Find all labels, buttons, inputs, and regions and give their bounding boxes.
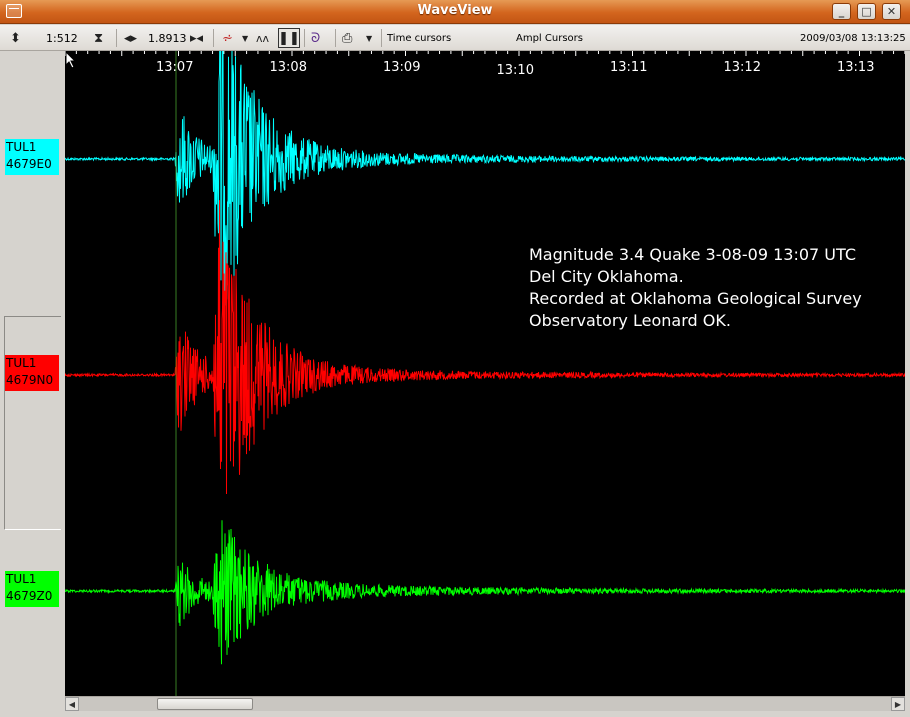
filter-button[interactable]: ⩫: [222, 28, 233, 48]
dropdown-arrow-icon: ▼: [366, 33, 373, 43]
arrow-left-icon: ◀: [68, 699, 76, 709]
vertical-scale-value: 1:512: [46, 31, 78, 45]
time-tick-label: 13:09: [383, 60, 420, 75]
quake-annotation: Magnitude 3.4 Quake 3-08-09 13:07 UTC De…: [529, 244, 862, 332]
time-tick-label: 13:12: [724, 60, 761, 75]
datetime-display: 2009/03/08 13:13:25: [800, 32, 906, 44]
printer-icon: ⎙: [342, 30, 353, 46]
left-right-arrows-icon: ◂▸: [124, 30, 138, 46]
horizontal-fit-button[interactable]: ▸◂: [190, 28, 203, 48]
time-tick-label: 13:07: [156, 60, 193, 75]
print-dropdown[interactable]: ▼: [366, 28, 372, 48]
time-cursors-button[interactable]: Time cursors: [387, 28, 451, 48]
maximize-button[interactable]: □: [857, 3, 876, 20]
channel-label-z[interactable]: TUL1 4679Z0: [5, 571, 59, 607]
horizontal-scale-value: 1.8913: [148, 31, 187, 45]
close-icon: ✕: [886, 5, 897, 18]
arrow-right-icon: ▶: [894, 699, 902, 709]
horizontal-zoom-button[interactable]: ◂▸: [124, 28, 137, 48]
scroll-left-button[interactable]: ◀: [65, 697, 79, 711]
maximize-icon: □: [861, 5, 872, 18]
channel-id: 4679E0: [6, 157, 52, 171]
channel-label-n[interactable]: TUL1 4679N0: [5, 355, 59, 391]
toolbar-divider: [213, 29, 214, 47]
annotation-line: Del City Oklahoma.: [529, 267, 684, 286]
time-tick-label: 13:10: [497, 63, 534, 78]
vertical-zoom-button[interactable]: ⬍: [10, 28, 21, 48]
channel-id: 4679Z0: [6, 589, 53, 603]
horizontal-scrollbar[interactable]: ◀ ▶: [65, 696, 905, 711]
up-down-arrows-icon: ⬍: [10, 30, 21, 46]
annotation-line: Observatory Leonard OK.: [529, 311, 731, 330]
waveform-button[interactable]: ʌʌ: [256, 28, 269, 48]
filter-dropdown[interactable]: ▼: [242, 28, 248, 48]
scroll-right-button[interactable]: ▶: [891, 697, 905, 711]
toolbar-divider: [335, 29, 336, 47]
toolbar: ⬍ 1:512 ⧗ ◂▸ 1.8913 ▸◂ ⩫ ▼ ʌʌ ❚❚ ᘐ ⎙ ▼ T…: [0, 25, 910, 51]
right-border: [905, 51, 910, 711]
time-tick-label: 13:13: [837, 60, 874, 75]
pause-icon: ❚❚: [278, 30, 300, 46]
seismogram-canvas: 13:07 13:08 13:09 13:10 13:11 13:12 13:13: [65, 51, 905, 696]
seismogram-trace: [65, 520, 905, 665]
filter-icon: ⩫: [222, 30, 233, 46]
minimize-button[interactable]: _: [832, 3, 851, 20]
annotation-line: Magnitude 3.4 Quake 3-08-09 13:07 UTC: [529, 245, 856, 264]
channel-station: TUL1: [6, 356, 37, 370]
selected-channel-frame: [4, 316, 61, 530]
hourglass-arrows-icon: ⧗: [94, 30, 104, 46]
bottom-border: [0, 711, 910, 717]
scrollbar-thumb[interactable]: [157, 698, 253, 710]
channel-label-panel: TUL1 4679E0 TUL1 4679N0 TUL1 4679Z0: [0, 51, 64, 717]
toolbar-divider: [116, 29, 117, 47]
pause-button[interactable]: ❚❚: [278, 28, 300, 48]
minimize-icon: _: [838, 5, 845, 18]
spectrum-button[interactable]: ᘐ: [311, 28, 320, 48]
title-bar: WaveView _ □ ✕: [0, 0, 910, 24]
mouse-pointer-icon: [65, 51, 77, 69]
spectrum-icon: ᘐ: [311, 30, 321, 46]
channel-station: TUL1: [6, 572, 37, 586]
window-title: WaveView: [417, 3, 493, 18]
annotation-line: Recorded at Oklahoma Geological Survey: [529, 289, 862, 308]
vertical-fit-button[interactable]: ⧗: [94, 28, 103, 48]
ampl-cursors-button[interactable]: Ampl Cursors: [516, 28, 583, 48]
time-tick-label: 13:08: [270, 60, 307, 75]
channel-station: TUL1: [6, 140, 37, 154]
waveform-icon: ʌʌ: [256, 31, 270, 45]
seismogram-plot[interactable]: 13:07 13:08 13:09 13:10 13:11 13:12 13:13 Magn…: [65, 51, 905, 696]
toolbar-divider: [304, 29, 305, 47]
close-button[interactable]: ✕: [882, 3, 901, 20]
bowtie-arrows-icon: ▸◂: [190, 30, 204, 46]
channel-id: 4679N0: [6, 373, 54, 387]
time-tick-label: 13:11: [610, 60, 647, 75]
dropdown-arrow-icon: ▼: [242, 33, 249, 43]
toolbar-divider: [381, 29, 382, 47]
print-button[interactable]: ⎙: [342, 28, 352, 48]
channel-label-e[interactable]: TUL1 4679E0: [5, 139, 59, 175]
